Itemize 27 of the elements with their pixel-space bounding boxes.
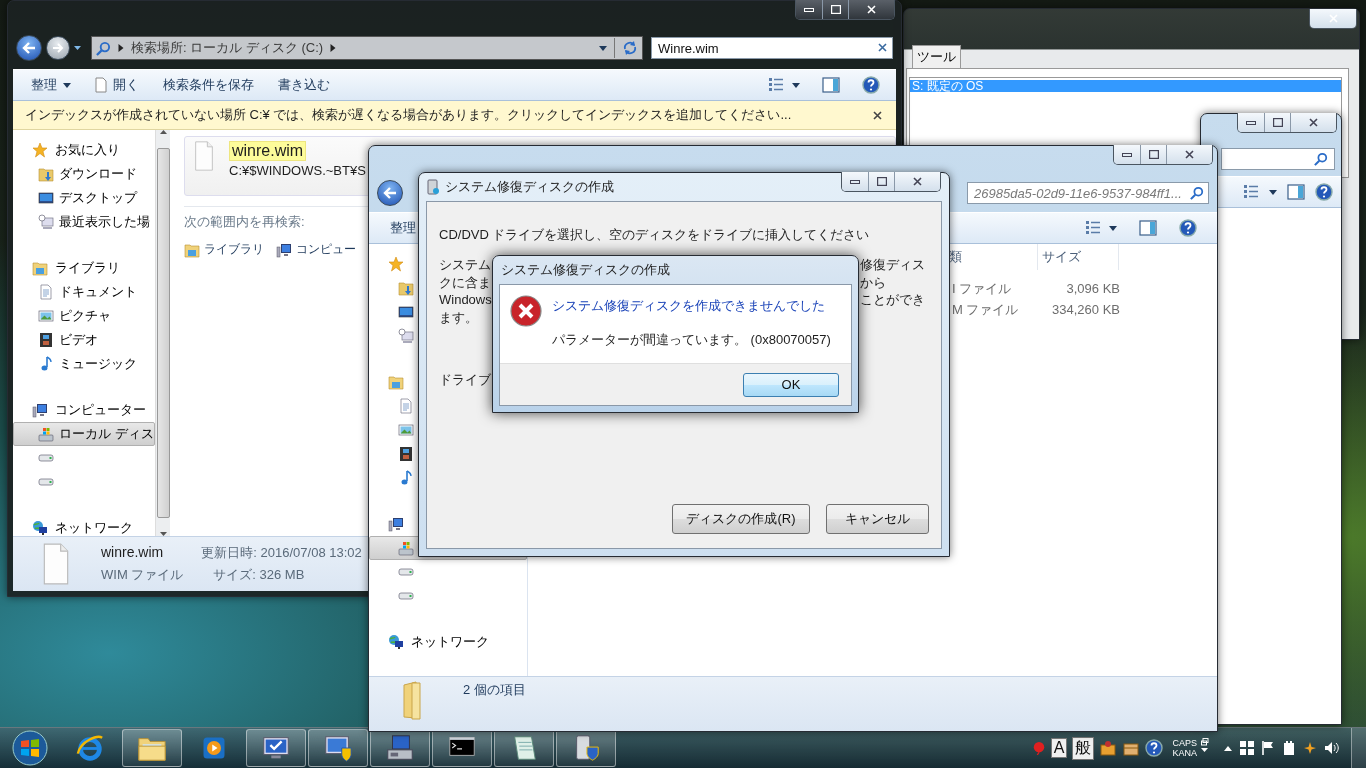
table-cell-text: 334,260 KB xyxy=(1051,302,1120,317)
file-name: winre.wim xyxy=(101,544,165,562)
error-message: パラメーターが間違っています。 (0x80070057) xyxy=(552,331,831,349)
caps-indicator: CAPS xyxy=(1172,738,1197,748)
description-text: クに含ま xyxy=(439,273,491,291)
dialog-title: システム修復ディスクの作成 xyxy=(501,261,670,279)
file-type: WIM ファイル xyxy=(101,566,184,584)
description-text: から xyxy=(860,274,886,290)
file-size: サイズ: 326 MB xyxy=(212,566,306,584)
dialog-title: システム修復ディスクの作成 xyxy=(445,178,614,196)
description-text: 修復ディス xyxy=(860,257,925,272)
file-name: winre.wim xyxy=(229,141,307,161)
error-heading: システム修復ディスクを作成できませんでした xyxy=(552,297,826,315)
modified-date: 更新日時: 2016/07/08 13:02 xyxy=(201,544,362,562)
description-text: システム xyxy=(439,256,491,274)
description-text: Windows xyxy=(439,291,492,309)
file-path: C:¥$WINDOWS.~BT¥S xyxy=(229,163,366,178)
instruction-text: CD/DVD ドライブを選択し、空のディスクをドライブに挿入してください xyxy=(439,226,871,244)
drive-label: ドライブ xyxy=(439,371,491,389)
search-again-label: 次の範囲内を再検索: xyxy=(184,214,305,229)
table-cell-text: 3,096 KB xyxy=(1065,281,1120,296)
item-count: 2 個の項目 xyxy=(463,681,526,699)
table-cell-text: I ファイル xyxy=(952,279,1013,298)
description-text: ことができ xyxy=(860,292,925,307)
table-cell-text: M ファイル xyxy=(952,300,1020,319)
kana-indicator: KANA xyxy=(1172,748,1197,758)
description-text: ます。 xyxy=(439,308,478,326)
